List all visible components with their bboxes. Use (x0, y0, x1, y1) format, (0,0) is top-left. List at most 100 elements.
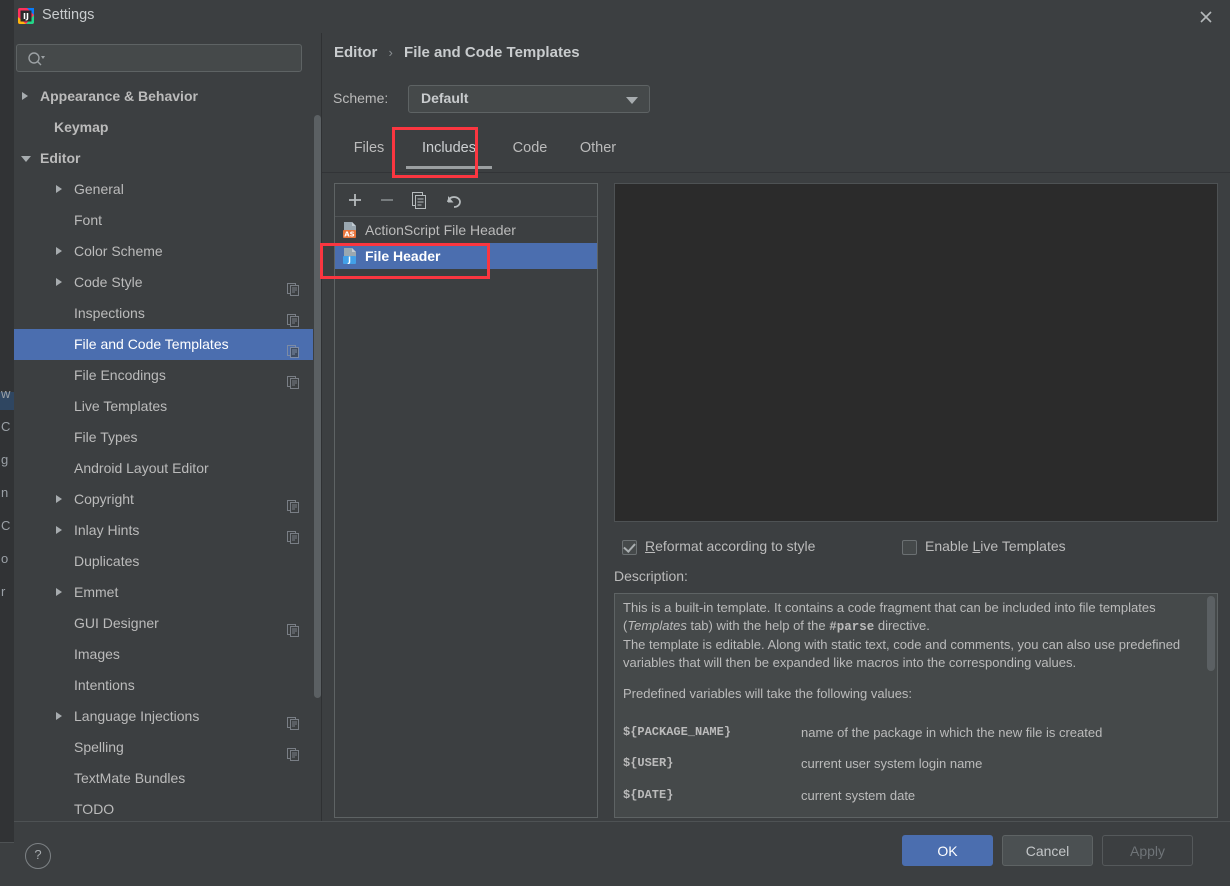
sidebar-item-file-types[interactable]: File Types (14, 422, 313, 453)
sidebar-scrollbar[interactable] (314, 115, 321, 698)
chevron-right-icon[interactable] (22, 92, 28, 100)
desc-p1-b: tab) with the help of the (686, 617, 830, 633)
template-list[interactable]: AS ActionScript File Header J File Header (335, 217, 597, 269)
chevron-right-icon[interactable] (56, 185, 62, 193)
sidebar-item-editor[interactable]: Editor (14, 143, 313, 174)
tab-underline-divider (322, 172, 1230, 173)
sidebar-item-label: Emmet (74, 584, 119, 600)
sidebar-item-android-layout-editor[interactable]: Android Layout Editor (14, 453, 313, 484)
settings-tree[interactable]: Appearance & Behavior Keymap Editor General… (14, 81, 313, 821)
sidebar-item-live-templates[interactable]: Live Templates (14, 391, 313, 422)
sidebar-item-spelling[interactable]: Spelling (14, 732, 313, 763)
scheme-value: Default (421, 90, 469, 106)
copy-template-button[interactable] (407, 189, 431, 211)
intellij-idea-icon: IJ (17, 7, 35, 25)
variable-meaning: current user system login name (801, 756, 983, 771)
template-tabs[interactable]: Files Includes Code Other (322, 127, 1230, 172)
enable-live-templates-label[interactable]: Enable Live Templates (925, 538, 1066, 554)
sidebar-item-keymap[interactable]: Keymap (14, 112, 313, 143)
sidebar-item-appearance-behavior[interactable]: Appearance & Behavior (14, 81, 313, 112)
sidebar-item-label: Code Style (74, 274, 143, 290)
project-scope-icon (287, 338, 300, 358)
description-scrollbar[interactable] (1207, 596, 1215, 671)
desc-p1-italic: Templates (627, 617, 687, 633)
project-scope-icon (287, 493, 300, 513)
chevron-right-icon[interactable] (56, 247, 62, 255)
breadcrumb-leaf: File and Code Templates (404, 44, 580, 61)
tab-label: Other (579, 140, 617, 156)
reformat-checkbox[interactable] (622, 540, 637, 555)
search-input[interactable] (16, 44, 302, 72)
sidebar-item-images[interactable]: Images (14, 639, 313, 670)
sidebar-item-label: GUI Designer (74, 615, 159, 631)
sidebar-item-todo[interactable]: TODO (14, 794, 313, 821)
scheme-dropdown[interactable]: Default (408, 85, 650, 113)
chevron-right-icon[interactable] (56, 495, 62, 503)
enable-live-templates-checkbox[interactable] (902, 540, 917, 555)
chevron-right-icon[interactable] (56, 526, 62, 534)
live-templates-label-post: ive Templates (980, 538, 1066, 554)
breadcrumb-root[interactable]: Editor (334, 44, 377, 61)
settings-sidebar: Appearance & Behavior Keymap Editor General… (14, 33, 321, 821)
sidebar-item-general[interactable]: General (14, 174, 313, 205)
variable-row: ${PACKAGE_NAME} name of the package in wh… (623, 717, 1198, 749)
reset-template-button[interactable] (441, 189, 465, 211)
variable-row: ${DATE} current system date (623, 780, 1198, 812)
reformat-accel-key: R (645, 538, 656, 554)
svg-text:IJ: IJ (23, 12, 29, 21)
sidebar-item-copyright[interactable]: Copyright (14, 484, 313, 515)
sidebar-item-inlay-hints[interactable]: Inlay Hints (14, 515, 313, 546)
variable-name: ${PACKAGE_NAME} (623, 724, 732, 739)
active-tab-indicator (406, 166, 492, 169)
sidebar-item-label: Android Layout Editor (74, 460, 209, 476)
sidebar-item-emmet[interactable]: Emmet (14, 577, 313, 608)
sidebar-item-font[interactable]: Font (14, 205, 313, 236)
help-button[interactable]: ? (25, 843, 51, 869)
sidebar-item-intentions[interactable]: Intentions (14, 670, 313, 701)
tab-code[interactable]: Code (500, 127, 560, 172)
breadcrumb-separator-icon: › (388, 45, 393, 60)
template-name: File Header (365, 248, 441, 264)
variable-name: ${USER} (623, 756, 674, 770)
project-scope-icon (287, 524, 300, 544)
template-list-item[interactable]: AS ActionScript File Header (335, 217, 597, 243)
reformat-label-text: eformat according to style (655, 538, 816, 554)
cancel-button[interactable]: Cancel (1002, 835, 1093, 866)
search-icon (27, 51, 45, 67)
chevron-down-icon[interactable] (21, 156, 31, 162)
chevron-right-icon[interactable] (56, 588, 62, 596)
add-template-button[interactable] (343, 189, 367, 211)
ok-button[interactable]: OK (902, 835, 993, 866)
sidebar-item-inspections[interactable]: Inspections (14, 298, 313, 329)
sidebar-item-file-encodings[interactable]: File Encodings (14, 360, 313, 391)
sidebar-item-label: Inlay Hints (74, 522, 140, 538)
close-icon[interactable] (1196, 7, 1216, 27)
chevron-right-icon[interactable] (56, 278, 62, 286)
scheme-label: Scheme: (333, 90, 389, 106)
tab-includes[interactable]: Includes (406, 127, 492, 172)
project-scope-icon (287, 276, 300, 296)
template-list-item[interactable]: J File Header (335, 243, 597, 269)
template-list-panel: AS ActionScript File Header J File Header (334, 183, 598, 818)
sidebar-item-label: Inspections (74, 305, 145, 321)
sidebar-item-code-style[interactable]: Code Style (14, 267, 313, 298)
template-editor[interactable] (614, 183, 1218, 522)
chevron-down-icon (626, 97, 638, 104)
sidebar-item-label: Font (74, 212, 103, 228)
reformat-checkbox-label[interactable]: Reformat according to style (645, 538, 815, 554)
sidebar-item-language-injections[interactable]: Language Injections (14, 701, 313, 732)
sidebar-item-textmate-bundles[interactable]: TextMate Bundles (14, 763, 313, 794)
sidebar-item-file-and-code-templates[interactable]: File and Code Templates (14, 329, 313, 360)
project-scope-icon (287, 307, 300, 327)
apply-button: Apply (1102, 835, 1193, 866)
sidebar-item-color-scheme[interactable]: Color Scheme (14, 236, 313, 267)
sidebar-item-gui-designer[interactable]: GUI Designer (14, 608, 313, 639)
sidebar-item-label: Color Scheme (74, 243, 163, 259)
tab-files[interactable]: Files (336, 127, 402, 172)
description-paragraph-3: Predefined variables will take the follo… (623, 686, 913, 701)
sidebar-item-duplicates[interactable]: Duplicates (14, 546, 313, 577)
settings-dialog: IJ Settings Appearance & Behavior Keymap… (14, 0, 1230, 886)
tab-label: Files (353, 140, 385, 156)
tab-other[interactable]: Other (566, 127, 630, 172)
chevron-right-icon[interactable] (56, 712, 62, 720)
